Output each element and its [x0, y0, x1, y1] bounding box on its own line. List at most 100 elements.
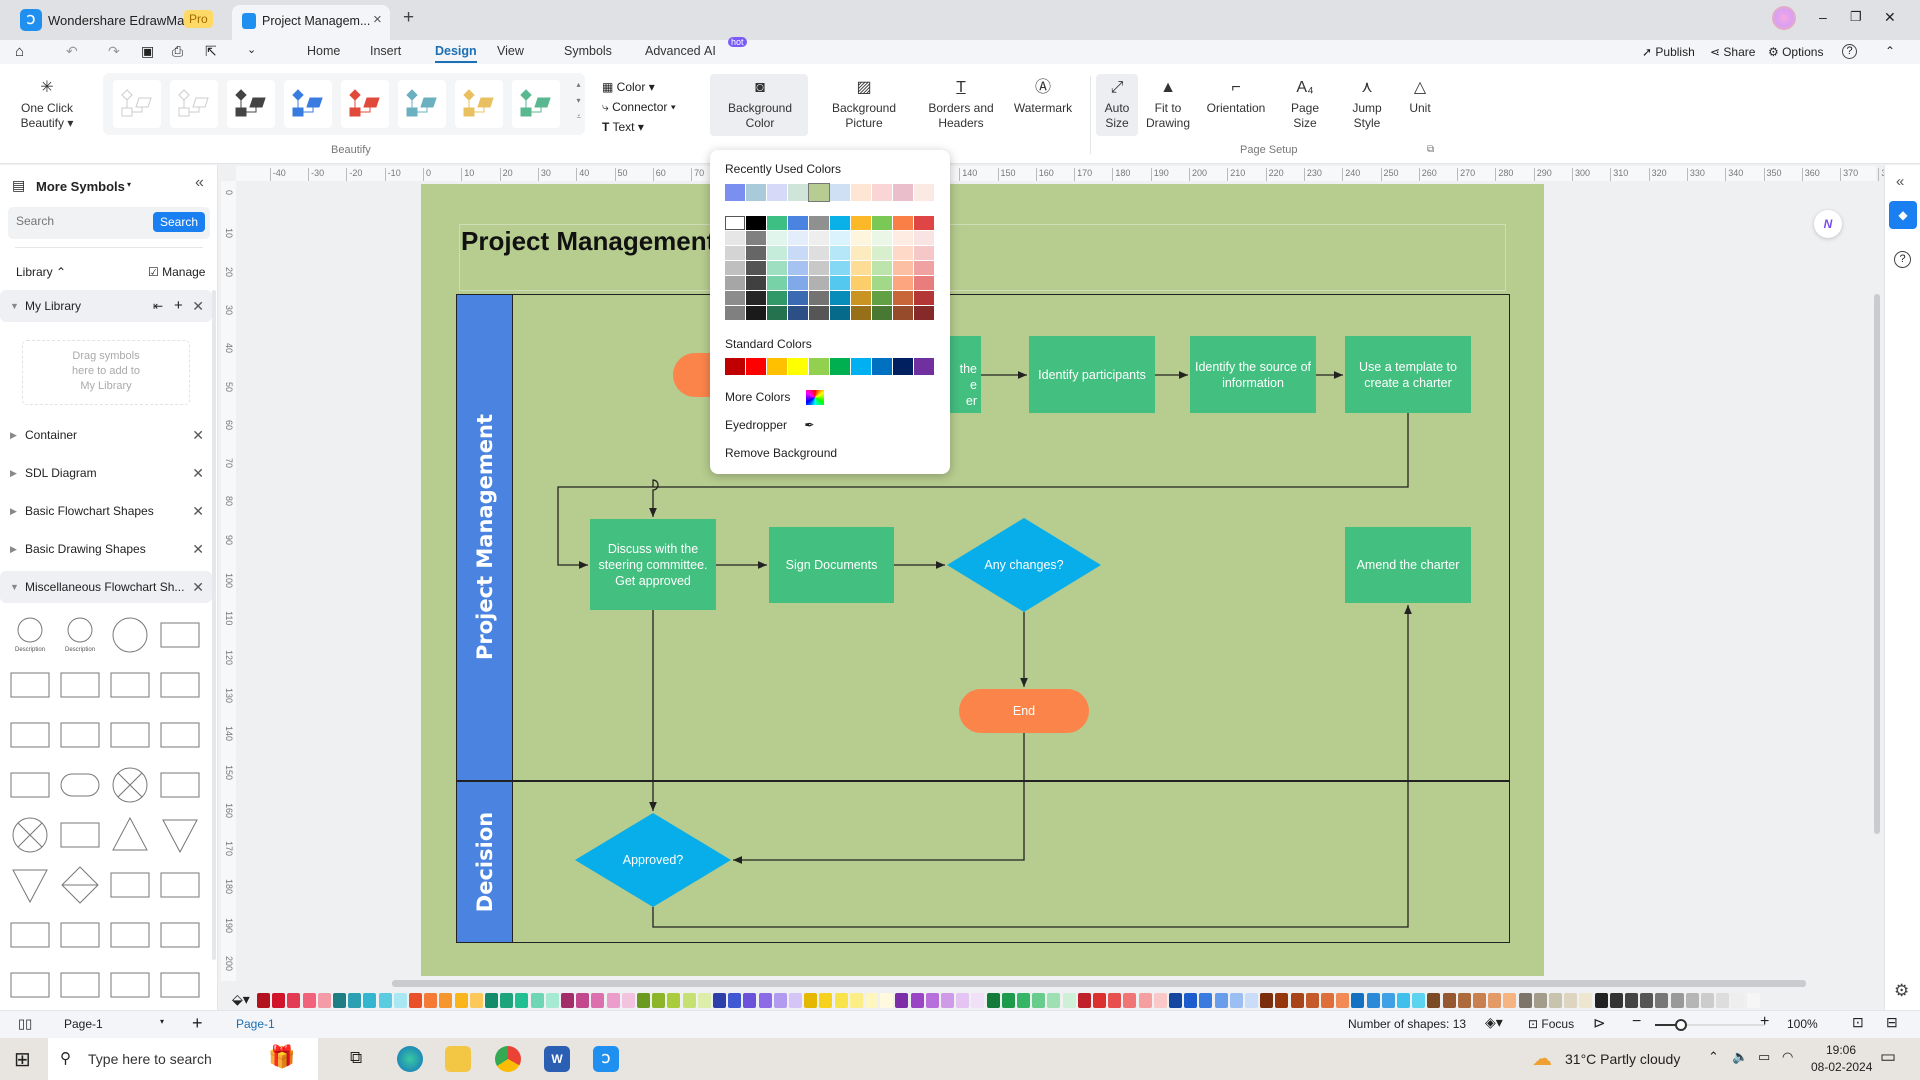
palette-swatch[interactable]: [302, 993, 316, 1008]
ai-assistant-icon[interactable]: N: [1814, 210, 1842, 238]
edrawmax-taskbar-icon[interactable]: Ↄ: [593, 1046, 619, 1072]
palette-swatch[interactable]: [1275, 993, 1289, 1008]
palette-swatch[interactable]: [1594, 993, 1608, 1008]
palette-swatch[interactable]: [1305, 993, 1319, 1008]
add-page-button[interactable]: +: [192, 1013, 203, 1034]
palette-swatch[interactable]: [652, 993, 666, 1008]
theme-color-swatch[interactable]: [893, 276, 913, 290]
word-icon[interactable]: W: [544, 1046, 570, 1072]
theme-color-swatch[interactable]: [725, 276, 745, 290]
palette-swatch[interactable]: [789, 993, 802, 1008]
edge-icon[interactable]: [397, 1046, 423, 1072]
palette-swatch[interactable]: [956, 993, 970, 1008]
focus-button[interactable]: ⊡ Focus: [1528, 1017, 1574, 1031]
standard-color-swatch[interactable]: [914, 358, 934, 375]
recent-color-swatch[interactable]: [872, 184, 892, 201]
zoom-level[interactable]: 100%: [1787, 1017, 1818, 1031]
theme-color-swatch[interactable]: [788, 261, 808, 275]
palette-swatch[interactable]: [895, 993, 909, 1008]
palette-swatch[interactable]: [1457, 993, 1471, 1008]
standard-color-swatch[interactable]: [725, 358, 745, 375]
file-explorer-icon[interactable]: [445, 1046, 471, 1072]
jump-style-button[interactable]: ⋏ Jump Style: [1338, 78, 1396, 131]
palette-swatch[interactable]: [317, 993, 331, 1008]
palette-swatch[interactable]: [1533, 993, 1547, 1008]
palette-swatch[interactable]: [1609, 993, 1623, 1008]
palette-swatch[interactable]: [272, 993, 286, 1008]
theme-color-swatch[interactable]: [746, 276, 766, 290]
theme-color-swatch[interactable]: [914, 231, 934, 245]
theme-color-swatch[interactable]: [914, 291, 934, 305]
theme-color-swatch[interactable]: [809, 276, 829, 290]
theme-color-swatch[interactable]: [872, 261, 892, 275]
palette-swatch[interactable]: [1746, 993, 1760, 1008]
task-view-icon[interactable]: ⧉: [350, 1048, 362, 1068]
palette-swatch[interactable]: [439, 993, 453, 1008]
palette-swatch[interactable]: [606, 993, 620, 1008]
palette-swatch[interactable]: [986, 993, 1000, 1008]
palette-swatch[interactable]: [1047, 993, 1061, 1008]
auto-size-button[interactable]: ⤢ Auto Size: [1096, 78, 1138, 131]
theme-color-swatch[interactable]: [851, 216, 871, 230]
recent-color-swatch[interactable]: [893, 184, 913, 201]
zoom-in-button[interactable]: +: [1760, 1013, 1769, 1031]
palette-swatch[interactable]: [530, 993, 544, 1008]
zoom-slider-knob[interactable]: [1675, 1019, 1687, 1031]
palette-swatch[interactable]: [1199, 993, 1213, 1008]
palette-swatch[interactable]: [1108, 993, 1122, 1008]
palette-swatch[interactable]: [1670, 993, 1684, 1008]
process-use-template[interactable]: Use a template to create a charter: [1345, 336, 1471, 413]
palette-swatch[interactable]: [1427, 993, 1441, 1008]
fill-bucket-icon[interactable]: ⬙▾: [232, 991, 250, 1008]
theme-color-swatch[interactable]: [809, 216, 829, 230]
theme-color-swatch[interactable]: [788, 231, 808, 245]
palette-swatch[interactable]: [1442, 993, 1456, 1008]
process-discuss[interactable]: Discuss with the steering committee. Get…: [590, 519, 716, 610]
theme-color-swatch[interactable]: [830, 231, 850, 245]
palette-swatch[interactable]: [713, 993, 726, 1008]
format-panel-icon[interactable]: ◆: [1889, 201, 1917, 229]
palette-swatch[interactable]: [1351, 993, 1365, 1008]
theme-color-swatch[interactable]: [746, 306, 766, 320]
palette-swatch[interactable]: [865, 993, 878, 1008]
palette-swatch[interactable]: [1716, 993, 1730, 1008]
standard-color-swatch[interactable]: [809, 358, 829, 375]
theme-color-swatch[interactable]: [788, 306, 808, 320]
palette-swatch[interactable]: [1321, 993, 1334, 1008]
theme-color-swatch[interactable]: [851, 231, 871, 245]
palette-swatch[interactable]: [941, 993, 954, 1008]
process-sign-documents[interactable]: Sign Documents: [769, 527, 894, 603]
theme-color-swatch[interactable]: [893, 216, 913, 230]
page-size-button[interactable]: A₄ Page Size: [1280, 78, 1330, 131]
palette-swatch[interactable]: [1412, 993, 1426, 1008]
theme-color-swatch[interactable]: [893, 261, 913, 275]
clock-time[interactable]: 19:06: [1826, 1043, 1856, 1057]
palette-swatch[interactable]: [637, 993, 650, 1008]
palette-swatch[interactable]: [1245, 993, 1258, 1008]
theme-color-swatch[interactable]: [725, 306, 745, 320]
palette-swatch[interactable]: [1138, 993, 1152, 1008]
theme-color-swatch[interactable]: [725, 216, 745, 230]
palette-swatch[interactable]: [1518, 993, 1532, 1008]
process-amend-charter[interactable]: Amend the charter: [1345, 527, 1471, 603]
borders-and-headers-button[interactable]: T̲ Borders and Headers: [918, 78, 1004, 131]
palette-swatch[interactable]: [1564, 993, 1578, 1008]
palette-swatch[interactable]: [1260, 993, 1274, 1008]
theme-color-swatch[interactable]: [809, 231, 829, 245]
theme-color-swatch[interactable]: [809, 291, 829, 305]
meet-icon[interactable]: ▭: [1758, 1049, 1770, 1065]
theme-color-swatch[interactable]: [830, 291, 850, 305]
palette-swatch[interactable]: [621, 993, 635, 1008]
fit-width-icon[interactable]: ⊟: [1886, 1014, 1898, 1031]
zoom-slider[interactable]: [1655, 1019, 1765, 1031]
windows-start-icon[interactable]: ⊞: [14, 1047, 31, 1072]
theme-color-swatch[interactable]: [872, 231, 892, 245]
palette-swatch[interactable]: [1731, 993, 1745, 1008]
theme-color-swatch[interactable]: [767, 306, 787, 320]
palette-swatch[interactable]: [1169, 993, 1182, 1008]
theme-color-swatch[interactable]: [851, 276, 871, 290]
settings-gear-icon[interactable]: ⚙: [1894, 981, 1909, 1001]
theme-color-swatch[interactable]: [914, 216, 934, 230]
theme-color-swatch[interactable]: [893, 231, 913, 245]
recent-color-swatch[interactable]: [830, 184, 850, 201]
